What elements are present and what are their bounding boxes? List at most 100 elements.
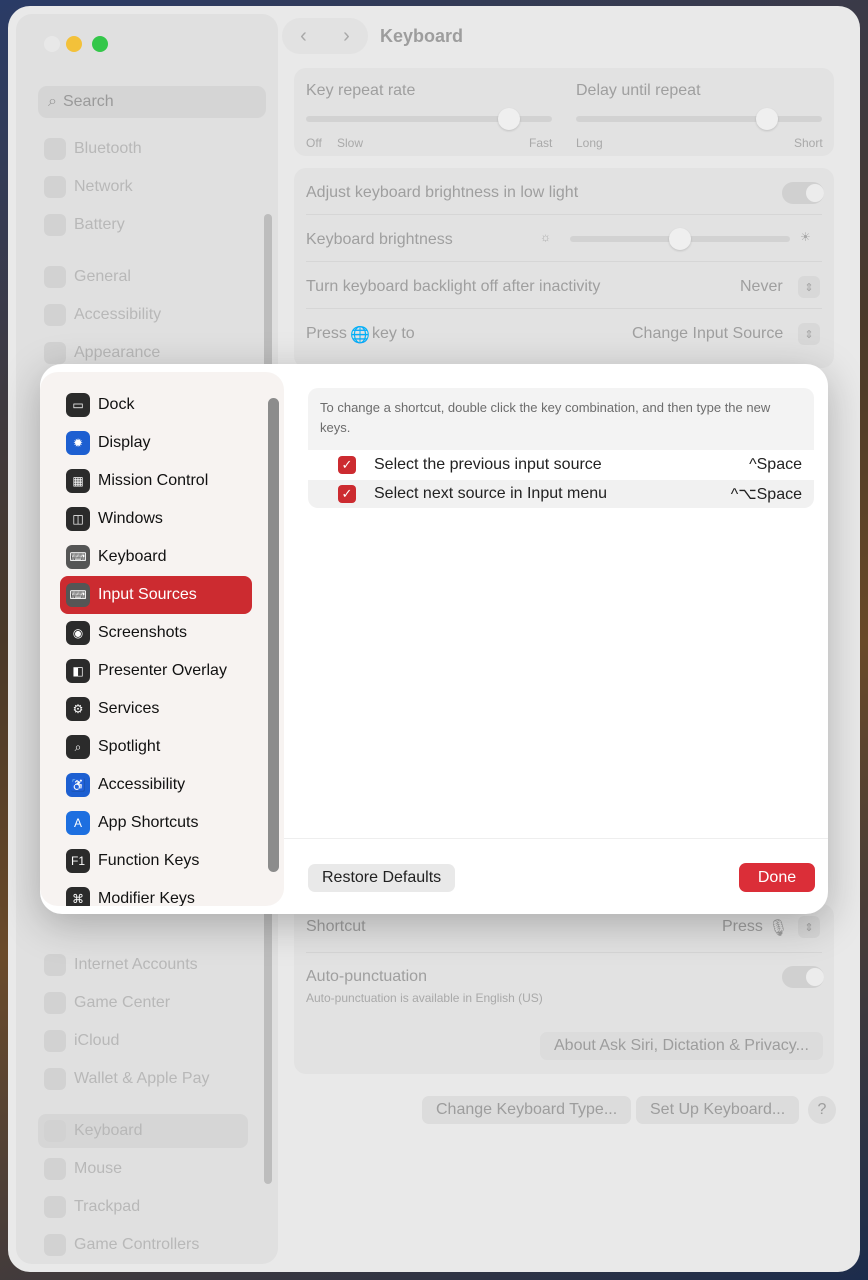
checkbox[interactable]: ✓ <box>338 485 356 503</box>
zoom-button[interactable] <box>92 36 108 52</box>
keyboard-brightness-knob[interactable] <box>669 228 691 250</box>
search-icon: ⌕ <box>48 93 57 110</box>
sidebar-item-keyboard[interactable]: Keyboard <box>38 1114 248 1148</box>
categories-scrollbar[interactable] <box>268 398 279 872</box>
minimize-button[interactable] <box>66 36 82 52</box>
bluetooth-icon <box>44 138 66 160</box>
accessibility-icon <box>44 304 66 326</box>
key-repeat-knob[interactable] <box>498 108 520 130</box>
category-presenter-overlay[interactable]: ◧ Presenter Overlay <box>60 652 252 690</box>
shortcut-categories-list: ▭ Dock ✹ Display ▦ Mission Control ◫ Windows… <box>40 372 284 906</box>
globe-icon: 🌐 <box>350 327 370 344</box>
key-repeat-label: Key repeat rate <box>306 82 416 99</box>
sidebar-item-internet-accounts[interactable]: Internet Accounts <box>38 948 248 982</box>
adjust-brightness-toggle[interactable] <box>782 182 824 204</box>
shortcut-stepper[interactable]: ⇕ <box>798 916 820 938</box>
app-store-icon: A <box>66 811 90 835</box>
mission-control-icon: ▦ <box>66 469 90 493</box>
category-keyboard[interactable]: ⌨ Keyboard <box>60 538 252 576</box>
keyboard-icon <box>44 1120 66 1142</box>
windows-icon: ◫ <box>66 507 90 531</box>
appearance-icon <box>44 342 66 364</box>
shortcuts-description: To change a shortcut, double click the k… <box>308 388 814 450</box>
set-up-keyboard-button[interactable]: Set Up Keyboard... <box>636 1096 800 1124</box>
category-app-shortcuts[interactable]: A App Shortcuts <box>60 804 252 842</box>
wallet-icon <box>44 1068 66 1090</box>
sidebar-item-wallet[interactable]: Wallet & Apple Pay <box>38 1062 248 1096</box>
change-keyboard-type-button[interactable]: Change Keyboard Type... <box>422 1096 632 1124</box>
sidebar-item-game-controllers[interactable]: Game Controllers <box>38 1228 248 1262</box>
shortcut-keys[interactable]: ^Space <box>749 456 802 474</box>
keyboard-icon: ⌨ <box>66 545 90 569</box>
sidebar-item-battery[interactable]: Battery <box>38 208 248 242</box>
navigation-buttons: ‹ › <box>282 18 368 54</box>
backlight-value[interactable]: Never <box>740 278 783 296</box>
battery-icon <box>44 214 66 236</box>
category-function-keys[interactable]: F1 Function Keys <box>60 842 252 880</box>
microphone-icon: 🎙 <box>768 920 789 937</box>
done-button[interactable]: Done <box>739 863 815 892</box>
dictation-card: Shortcut Press 🎙 ⇕ Auto-punctuation Auto… <box>294 904 834 1074</box>
sidebar-item-network[interactable]: Network <box>38 170 248 204</box>
sidebar-item-bluetooth[interactable]: Bluetooth <box>38 132 248 166</box>
page-title: Keyboard <box>380 26 464 46</box>
f1-key-icon: F1 <box>66 849 90 873</box>
sidebar-item-trackpad[interactable]: Trackpad <box>38 1190 248 1224</box>
category-accessibility[interactable]: ♿ Accessibility <box>60 766 252 804</box>
shortcut-value[interactable]: Press <box>722 918 763 936</box>
mouse-icon <box>44 1158 66 1180</box>
presenter-overlay-icon: ◧ <box>66 659 90 683</box>
sidebar-item-mouse[interactable]: Mouse <box>38 1152 248 1186</box>
input-sources-icon: ⌨ <box>66 583 90 607</box>
brightness-high-icon: ☀ <box>800 230 811 244</box>
checkbox[interactable]: ✓ <box>338 456 356 474</box>
category-dock[interactable]: ▭ Dock <box>60 386 252 424</box>
game-center-icon <box>44 992 66 1014</box>
delay-repeat-slider[interactable] <box>576 116 822 122</box>
category-screenshots[interactable]: ◉ Screenshots <box>60 614 252 652</box>
shortcuts-table: To change a shortcut, double click the k… <box>308 388 814 508</box>
brightness-low-icon: ☼ <box>540 230 551 244</box>
trackpad-icon <box>44 1196 66 1218</box>
press-key-stepper[interactable]: ⇕ <box>798 323 820 345</box>
sidebar-item-icloud[interactable]: iCloud <box>38 1024 248 1058</box>
shortcut-keys[interactable]: ^⌥Space <box>731 484 802 504</box>
gear-icon <box>44 266 66 288</box>
magnifier-icon: ⌕ <box>66 735 90 759</box>
category-mission-control[interactable]: ▦ Mission Control <box>60 462 252 500</box>
brightness-card: Adjust keyboard brightness in low light … <box>294 168 834 368</box>
close-button[interactable] <box>44 36 60 52</box>
sidebar-item-game-center[interactable]: Game Center <box>38 986 248 1020</box>
category-input-sources[interactable]: ⌨ Input Sources <box>60 576 252 614</box>
category-spotlight[interactable]: ⌕ Spotlight <box>60 728 252 766</box>
globe-icon <box>44 176 66 198</box>
shortcut-row[interactable]: ✓ Select next source in Input menu ^⌥Spa… <box>308 480 814 508</box>
help-button[interactable]: ? <box>808 1096 836 1124</box>
at-icon <box>44 954 66 976</box>
display-brightness-icon: ✹ <box>66 431 90 455</box>
delay-repeat-knob[interactable] <box>756 108 778 130</box>
key-repeat-card: Key repeat rate Delay until repeat Off S… <box>294 68 834 156</box>
dock-icon: ▭ <box>66 393 90 417</box>
category-display[interactable]: ✹ Display <box>60 424 252 462</box>
category-windows[interactable]: ◫ Windows <box>60 500 252 538</box>
back-icon[interactable]: ‹ <box>300 25 307 48</box>
category-services[interactable]: ⚙ Services <box>60 690 252 728</box>
gears-icon: ⚙ <box>66 697 90 721</box>
keyboard-shortcuts-dialog: ▭ Dock ✹ Display ▦ Mission Control ◫ Windows… <box>40 364 828 914</box>
shortcut-row[interactable]: ✓ Select the previous input source ^Spac… <box>308 451 814 479</box>
sidebar-item-accessibility[interactable]: Accessibility <box>38 298 248 332</box>
auto-punctuation-toggle[interactable] <box>782 966 824 988</box>
forward-icon[interactable]: › <box>343 25 350 48</box>
gamepad-icon <box>44 1234 66 1256</box>
press-key-value[interactable]: Change Input Source <box>632 325 783 343</box>
search-input[interactable]: ⌕ Search <box>38 86 266 118</box>
about-siri-button[interactable]: About Ask Siri, Dictation & Privacy... <box>540 1032 823 1060</box>
restore-defaults-button[interactable]: Restore Defaults <box>308 864 456 892</box>
category-modifier-keys[interactable]: ⌘ Modifier Keys <box>60 880 252 906</box>
command-key-icon: ⌘ <box>66 887 90 906</box>
sidebar-item-general[interactable]: General <box>38 260 248 294</box>
camera-icon: ◉ <box>66 621 90 645</box>
accessibility-icon: ♿ <box>66 773 90 797</box>
backlight-stepper[interactable]: ⇕ <box>798 276 820 298</box>
